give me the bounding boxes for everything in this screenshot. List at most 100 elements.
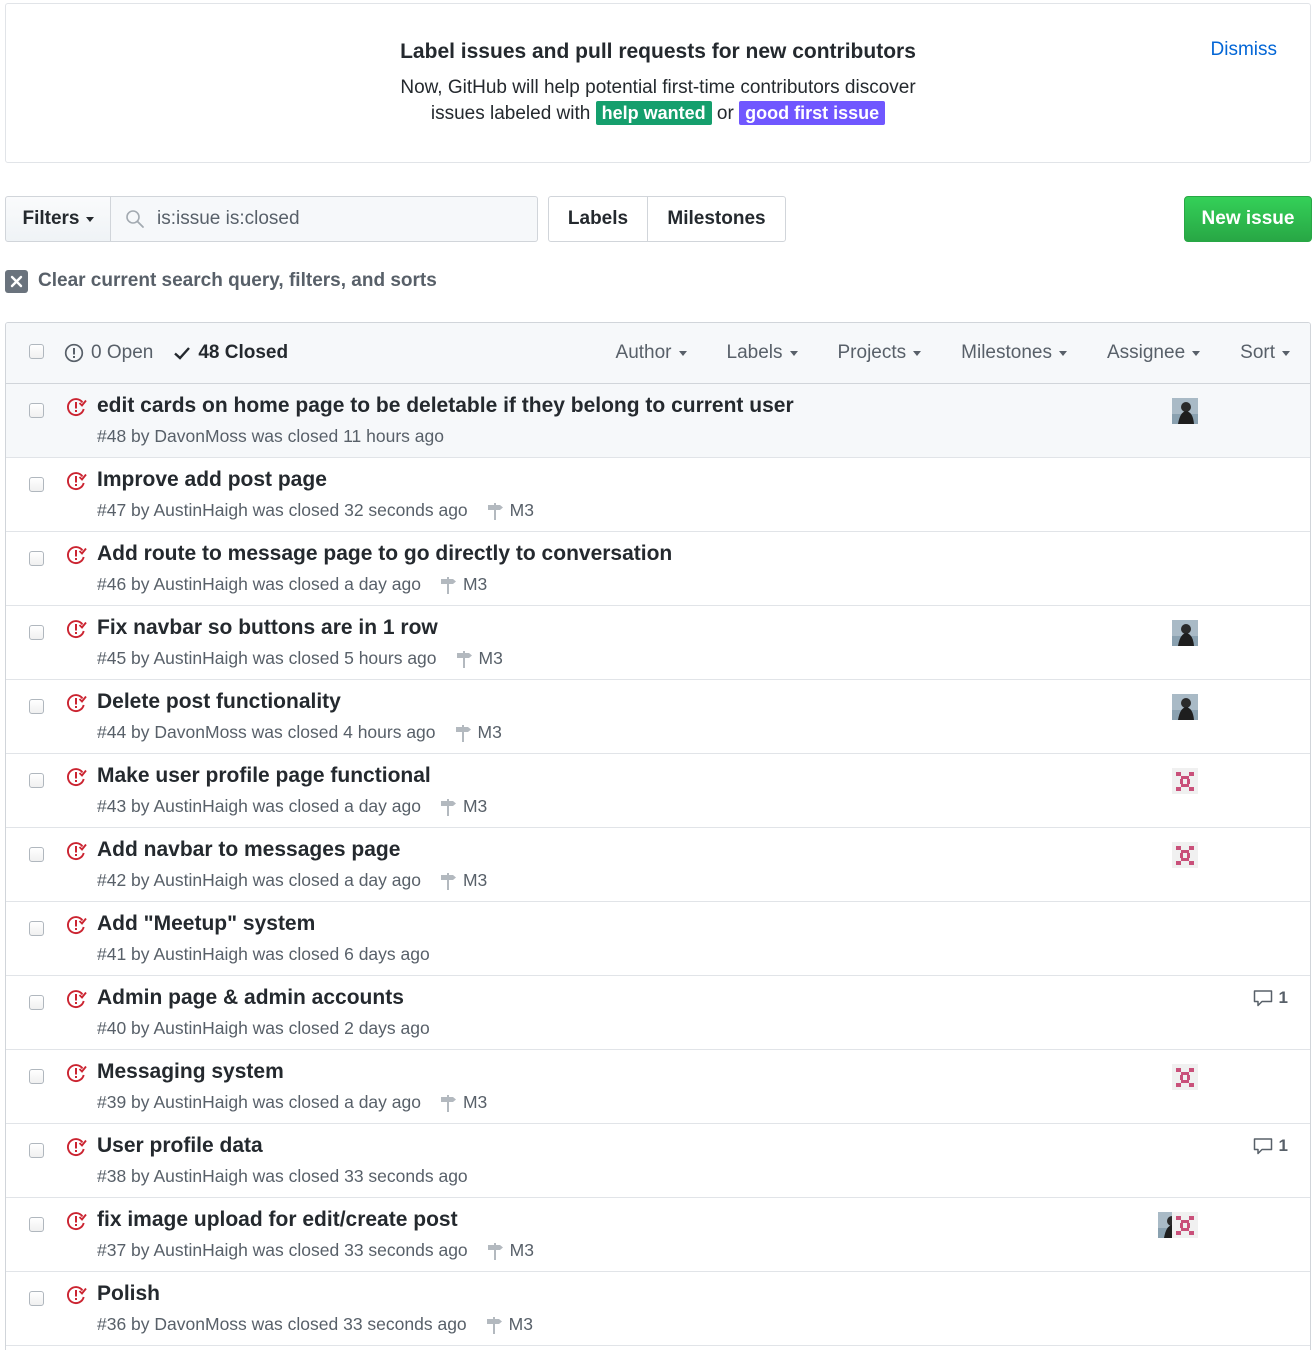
issue-closed-icon (66, 546, 87, 564)
issue-meta: #46 by AustinHaigh was closed a day ago M… (97, 574, 487, 595)
close-icon (5, 269, 28, 293)
issue-title-link[interactable]: Improve add post page (97, 468, 327, 492)
filter-assignee-dropdown[interactable]: Assignee (1107, 342, 1201, 364)
filter-label: Sort (1240, 342, 1275, 363)
milestone-icon (440, 1094, 456, 1112)
issue-title-link[interactable]: Admin page & admin accounts (97, 986, 404, 1010)
issue-checkbox[interactable] (29, 551, 44, 566)
select-all-checkbox[interactable] (29, 344, 44, 359)
issue-title-link[interactable]: User profile data (97, 1134, 263, 1158)
issue-checkbox[interactable] (29, 699, 44, 714)
milestone-icon (486, 1316, 502, 1334)
assignee-avatar[interactable] (1172, 1064, 1198, 1090)
new-issue-button[interactable]: New issue (1184, 196, 1312, 242)
issue-title-link[interactable]: fix image upload for edit/create post (97, 1208, 458, 1232)
clear-filters-text: Clear current search query, filters, and… (38, 270, 437, 291)
issue-checkbox[interactable] (29, 1217, 44, 1232)
filter-labels-dropdown[interactable]: Labels (727, 342, 798, 364)
issue-meta: #44 by DavonMoss was closed 4 hours ago M… (97, 722, 502, 743)
assignee-avatar[interactable] (1172, 842, 1198, 868)
clear-filters-link[interactable]: Clear current search query, filters, and… (5, 268, 437, 294)
issue-meta: #41 by AustinHaigh was closed 6 days ago (97, 944, 430, 965)
labels-tab[interactable]: Labels (549, 197, 648, 241)
issue-checkbox[interactable] (29, 1291, 44, 1306)
issue-checkbox[interactable] (29, 921, 44, 936)
issue-title-link[interactable]: Messaging system (97, 1060, 284, 1084)
issue-title-link[interactable]: edit cards on home page to be deletable … (97, 394, 794, 418)
milestone-link[interactable]: M3 (454, 722, 502, 743)
caret-down-icon (913, 350, 922, 356)
milestone-link[interactable]: M3 (439, 1092, 487, 1113)
caret-down-icon (1192, 350, 1201, 356)
milestone-link[interactable]: M3 (486, 500, 534, 521)
filter-projects-dropdown[interactable]: Projects (838, 342, 922, 364)
caret-down-icon (1058, 350, 1067, 356)
filter-label: Labels (726, 342, 783, 363)
closed-count: 48 Closed (198, 342, 289, 363)
issue-checkbox[interactable] (29, 477, 44, 492)
issue-meta-text: #41 by AustinHaigh was closed 6 days ago (97, 944, 430, 964)
open-issues-tab[interactable]: 0 Open (64, 342, 153, 364)
milestones-tab[interactable]: Milestones (648, 197, 785, 241)
assignee-avatar[interactable] (1172, 620, 1198, 646)
issue-meta-text: #39 by AustinHaigh was closed a day ago (97, 1092, 421, 1112)
issue-meta-text: #43 by AustinHaigh was closed a day ago (97, 796, 421, 816)
caret-down-icon (678, 350, 687, 356)
comment-icon (1253, 990, 1272, 1007)
caret-down-icon (1282, 350, 1290, 356)
issue-title-link[interactable]: Delete post functionality (97, 690, 341, 714)
assignee-avatar[interactable] (1172, 694, 1198, 720)
dismiss-link[interactable]: Dismiss (1211, 39, 1278, 61)
issue-meta-text: #36 by DavonMoss was closed 33 seconds a… (97, 1314, 467, 1334)
filters-button[interactable]: Filters (5, 196, 111, 242)
issue-meta: #37 by AustinHaigh was closed 33 seconds… (97, 1240, 534, 1261)
caret-down-icon (789, 350, 798, 356)
issue-closed-icon (66, 398, 87, 416)
issue-checkbox[interactable] (29, 847, 44, 862)
assignee-avatar[interactable] (1172, 398, 1198, 424)
open-count: 0 Open (91, 342, 154, 363)
issue-meta: #47 by AustinHaigh was closed 32 seconds… (97, 500, 534, 521)
comments-link[interactable]: 1 (1253, 988, 1288, 1008)
filter-milestones-dropdown[interactable]: Milestones (961, 342, 1067, 364)
issue-meta: #42 by AustinHaigh was closed a day ago M… (97, 870, 487, 891)
issue-row: Add "Meetup" system #41 by AustinHaigh wa… (6, 902, 1310, 976)
issue-meta: #39 by AustinHaigh was closed a day ago M… (97, 1092, 487, 1113)
filter-label: Projects (837, 342, 907, 363)
issue-row: Delete post functionality #44 by DavonMos… (6, 680, 1310, 754)
milestone-link[interactable]: M3 (439, 574, 487, 595)
filter-author-dropdown[interactable]: Author (616, 342, 687, 364)
search-input[interactable] (151, 197, 531, 241)
issue-title-link[interactable]: Fix navbar so buttons are in 1 row (97, 616, 438, 640)
milestone-icon (487, 502, 503, 520)
milestone-label: M3 (462, 870, 488, 890)
issue-checkbox[interactable] (29, 403, 44, 418)
issue-row: Admin page & admin accounts #40 by Austin… (6, 976, 1310, 1050)
closed-issues-tab[interactable]: 48 Closed (173, 342, 288, 364)
filter-label: Milestones (961, 342, 1052, 363)
issue-checkbox[interactable] (29, 773, 44, 788)
issue-checkbox[interactable] (29, 1143, 44, 1158)
milestone-link[interactable]: M3 (485, 1314, 533, 1335)
issue-checkbox[interactable] (29, 625, 44, 640)
issue-checkbox[interactable] (29, 1069, 44, 1084)
filter-sort-dropdown[interactable]: Sort (1240, 342, 1290, 364)
milestone-link[interactable]: M3 (439, 870, 487, 891)
issue-meta-text: #38 by AustinHaigh was closed 33 seconds… (97, 1166, 468, 1186)
issue-title-link[interactable]: Make user profile page functional (97, 764, 431, 788)
issue-title-link[interactable]: Add "Meetup" system (97, 912, 315, 936)
comments-link[interactable]: 1 (1253, 1136, 1288, 1156)
assignee-avatar[interactable] (1172, 1212, 1198, 1238)
milestone-link[interactable]: M3 (455, 648, 503, 669)
issue-title-link[interactable]: Add route to message page to go directly… (97, 542, 672, 566)
issue-title-link[interactable]: Add navbar to messages page (97, 838, 400, 862)
milestone-label: M3 (477, 722, 502, 742)
assignee-avatar[interactable] (1172, 768, 1198, 794)
issue-checkbox[interactable] (29, 995, 44, 1010)
milestone-link[interactable]: M3 (439, 796, 487, 817)
search-icon (126, 210, 144, 228)
issue-title-link[interactable]: Polish (97, 1282, 160, 1306)
issue-row: Improve add post page #47 by AustinHaigh … (6, 458, 1310, 532)
milestone-link[interactable]: M3 (486, 1240, 534, 1261)
issue-closed-icon (66, 990, 87, 1008)
